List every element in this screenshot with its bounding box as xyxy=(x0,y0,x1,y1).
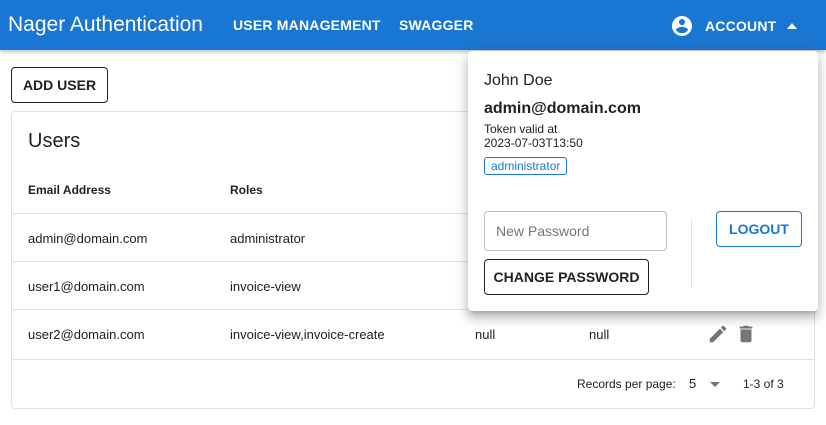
account-circle-icon xyxy=(670,14,694,38)
new-password-input[interactable] xyxy=(484,211,667,251)
account-button[interactable]: ACCOUNT xyxy=(670,13,798,39)
cell-roles: invoice-view xyxy=(230,279,301,294)
nav-user-management[interactable]: USER MANAGEMENT xyxy=(233,17,381,33)
account-label: ACCOUNT xyxy=(705,18,777,34)
column-header-roles[interactable]: Roles xyxy=(230,183,263,197)
account-menu-email: admin@domain.com xyxy=(484,100,641,117)
account-menu: John Doe admin@domain.com Token valid at… xyxy=(468,51,818,311)
records-per-page-select[interactable]: 5 xyxy=(689,376,696,391)
change-password-button[interactable]: CHANGE PASSWORD xyxy=(484,259,649,295)
caret-up-icon xyxy=(787,23,798,29)
cell-col4: null xyxy=(589,327,610,342)
table-footer: Records per page: 5 1-3 of 3 xyxy=(12,359,814,409)
chevron-down-icon[interactable] xyxy=(710,382,720,387)
delete-icon[interactable] xyxy=(735,323,757,345)
cell-roles: administrator xyxy=(230,231,306,246)
token-valid-date: 2023-07-03T13:50 xyxy=(484,136,583,150)
cell-email: user1@domain.com xyxy=(28,279,145,294)
cell-email: user2@domain.com xyxy=(28,327,145,342)
column-header-email[interactable]: Email Address xyxy=(28,183,111,197)
add-user-button[interactable]: ADD USER xyxy=(11,67,108,103)
table-row[interactable]: user2@domain.com invoice-view,invoice-cr… xyxy=(12,309,814,357)
cell-email: admin@domain.com xyxy=(28,231,148,246)
role-chip: administrator xyxy=(484,157,568,175)
nav-swagger[interactable]: SWAGGER xyxy=(399,17,474,33)
menu-divider xyxy=(691,220,692,287)
app-title[interactable]: Nager Authentication xyxy=(8,13,203,37)
cell-roles: invoice-view,invoice-create xyxy=(230,327,385,342)
token-valid-label: Token valid at xyxy=(484,122,558,136)
account-menu-name: John Doe xyxy=(484,72,553,89)
pagination-range: 1-3 of 3 xyxy=(743,377,784,391)
records-per-page-label: Records per page: xyxy=(577,377,676,391)
edit-icon[interactable] xyxy=(707,323,729,345)
app-bar: Nager Authentication USER MANAGEMENT SWA… xyxy=(0,0,826,50)
users-card-title: Users xyxy=(28,130,81,152)
logout-button[interactable]: LOGOUT xyxy=(716,211,802,247)
cell-col3: null xyxy=(475,327,496,342)
row-actions xyxy=(707,323,757,345)
